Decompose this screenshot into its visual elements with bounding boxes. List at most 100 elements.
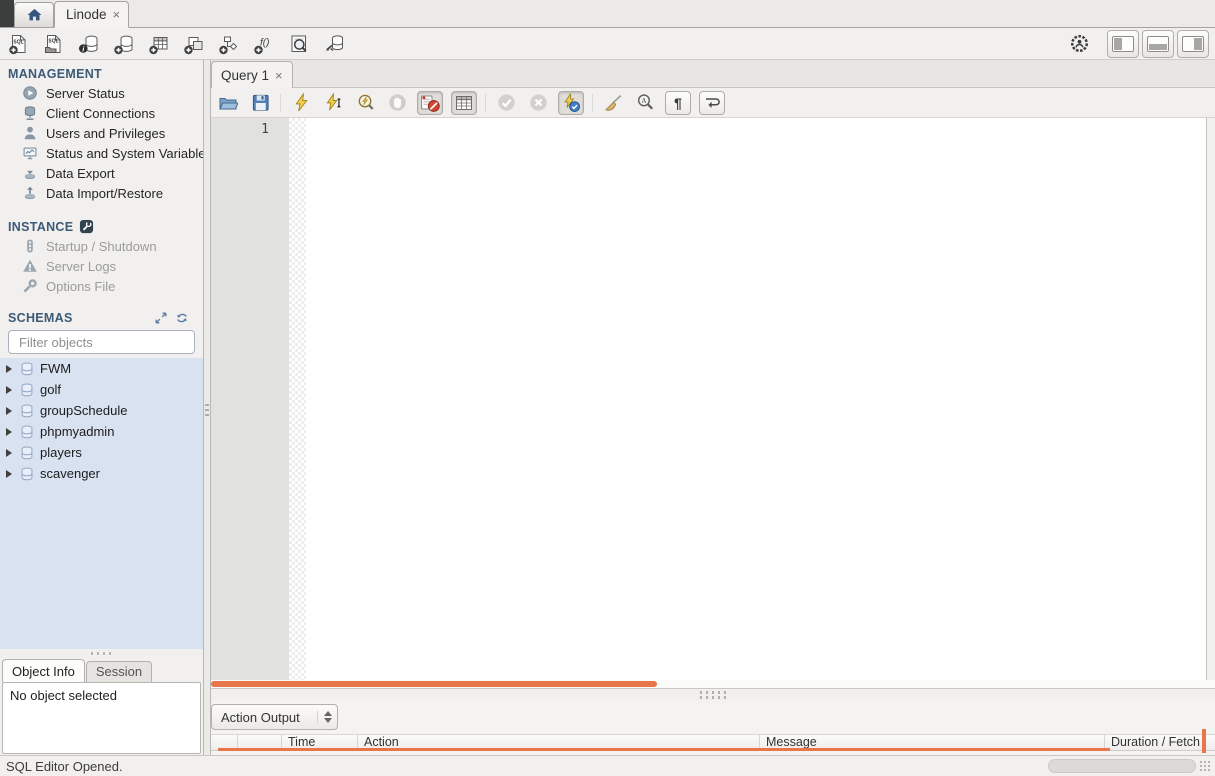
status-scrollbar-thumb[interactable] <box>1048 759 1196 773</box>
commit-check-icon <box>497 94 515 111</box>
output-vertical-scrollbar[interactable] <box>1202 729 1206 753</box>
database-info-button[interactable]: i <box>76 31 102 57</box>
commit-button[interactable] <box>494 92 518 114</box>
schemas-title-label: SCHEMAS <box>8 310 73 325</box>
editor-right-margin <box>1206 118 1215 680</box>
output-view-label: Action Output <box>221 709 300 725</box>
panel-toggle-group <box>1107 29 1209 58</box>
expander-icon[interactable] <box>6 364 12 373</box>
sidebar-item-label: Client Connections <box>46 105 156 121</box>
tab-object-info[interactable]: Object Info <box>2 659 85 682</box>
sidebar-item-options-file[interactable]: Options File <box>0 276 203 296</box>
search-table-data-button[interactable] <box>286 31 312 57</box>
reconnect-dbms-icon <box>325 34 343 51</box>
data-import-icon <box>24 186 36 200</box>
schema-item-phpmyadmin[interactable]: phpmyadmin <box>0 421 203 442</box>
editor-output-splitter[interactable] <box>211 688 1215 700</box>
sidebar-item-server-logs[interactable]: Server Logs <box>0 256 203 276</box>
create-table-icon <box>149 36 168 54</box>
rollback-button[interactable] <box>526 92 550 114</box>
sidebar-main-splitter[interactable] <box>203 60 211 755</box>
stop-execution-button[interactable] <box>385 92 409 114</box>
schema-item-players[interactable]: players <box>0 442 203 463</box>
sidebar-item-label: Status and System Variables <box>46 145 203 161</box>
expander-icon[interactable] <box>6 469 12 478</box>
toggle-right-panel-button[interactable] <box>1177 29 1209 58</box>
toggle-stop-on-error-button[interactable] <box>417 90 443 115</box>
rollback-cross-icon <box>529 94 547 111</box>
output-view-selector[interactable]: Action Output <box>211 704 338 730</box>
toggle-left-panel-button[interactable] <box>1107 29 1139 58</box>
expander-icon[interactable] <box>6 406 12 415</box>
database-info-icon: i <box>79 35 98 53</box>
window-corner <box>0 0 14 27</box>
info-panel-tabs: Object Info Session <box>0 658 203 682</box>
execute-all-button[interactable] <box>289 92 313 114</box>
explain-plan-button[interactable] <box>353 92 377 114</box>
sidebar-item-label: Server Logs <box>46 258 117 274</box>
sidebar-item-status-system-variables[interactable]: Status and System Variables <box>0 143 203 163</box>
schema-item-scavenger[interactable]: scavenger <box>0 463 203 484</box>
schema-item-groupschedule[interactable]: groupSchedule <box>0 400 203 421</box>
sidebar-item-data-export[interactable]: Data Export <box>0 163 203 183</box>
expander-icon[interactable] <box>6 385 12 394</box>
tab-session[interactable]: Session <box>85 661 153 682</box>
home-tab[interactable] <box>14 2 54 27</box>
toggle-invisible-characters-button[interactable]: ¶ <box>665 90 691 115</box>
reconnect-dbms-button[interactable] <box>321 31 347 57</box>
refresh-schemas-icon[interactable] <box>175 311 189 325</box>
create-function-button[interactable]: f() <box>251 31 277 57</box>
sql-code-editor[interactable]: 1 <box>211 118 1215 680</box>
sidebar-item-client-connections[interactable]: Client Connections <box>0 103 203 123</box>
expander-icon[interactable] <box>6 427 12 436</box>
toggle-bottom-panel-button[interactable] <box>1142 29 1174 58</box>
sidebar-item-users-and-privileges[interactable]: Users and Privileges <box>0 123 203 143</box>
execute-current-statement-button[interactable] <box>321 92 345 114</box>
sidebar-splitter-handle[interactable] <box>0 649 203 658</box>
toggle-autocommit-button[interactable] <box>558 90 584 115</box>
schema-filter <box>8 330 197 354</box>
create-schema-button[interactable] <box>111 31 137 57</box>
preferences-button[interactable] <box>1066 31 1092 57</box>
create-view-button[interactable] <box>181 31 207 57</box>
execute-lightning-icon <box>294 93 308 112</box>
beautify-script-button[interactable] <box>601 92 625 114</box>
open-file-button[interactable] <box>216 92 240 114</box>
sidebar-item-server-status[interactable]: Server Status <box>0 83 203 103</box>
output-horizontal-scrollbar[interactable] <box>218 748 1110 751</box>
expand-panel-icon[interactable] <box>154 311 168 325</box>
filter-objects-input[interactable] <box>17 333 197 351</box>
schema-icon <box>21 446 33 459</box>
create-stored-procedure-button[interactable] <box>216 31 242 57</box>
expander-icon[interactable] <box>6 448 12 457</box>
toggle-grid-output-button[interactable] <box>451 90 477 115</box>
save-script-button[interactable] <box>248 92 272 114</box>
open-sql-script-button[interactable]: SQL <box>41 31 67 57</box>
schema-list: FWM golf groupSchedule phpmyadmin player… <box>0 358 203 649</box>
connection-tab[interactable]: Linode × <box>54 1 130 28</box>
editor-text-area[interactable] <box>306 118 1206 680</box>
schema-icon <box>21 467 33 480</box>
stop-on-error-icon <box>421 95 440 112</box>
new-query-tab-icon: SQL <box>9 34 26 54</box>
query-tab[interactable]: Query 1 × <box>211 61 293 88</box>
horizontal-scrollbar[interactable] <box>211 681 657 687</box>
column-header-duration[interactable]: Duration / Fetch <box>1105 735 1205 750</box>
status-message: SQL Editor Opened. <box>6 758 123 774</box>
find-and-replace-button[interactable]: A <box>633 92 657 114</box>
schema-item-fwm[interactable]: FWM <box>0 358 203 379</box>
toggle-word-wrap-button[interactable] <box>699 90 725 115</box>
status-bar: SQL Editor Opened. <box>0 755 1215 776</box>
new-query-tab-button[interactable]: SQL <box>6 31 32 57</box>
query-tab-close-icon[interactable]: × <box>275 69 283 82</box>
schema-item-golf[interactable]: golf <box>0 379 203 400</box>
query-tabbar: Query 1 × <box>211 60 1215 88</box>
editor-scroll-zone <box>211 680 1215 688</box>
create-table-button[interactable] <box>146 31 172 57</box>
svg-text:A: A <box>641 97 647 105</box>
sidebar-item-startup-shutdown[interactable]: Startup / Shutdown <box>0 236 203 256</box>
window-resize-grip-icon[interactable] <box>1199 760 1212 773</box>
sidebar-item-data-import[interactable]: Data Import/Restore <box>0 183 203 203</box>
connection-tab-close-icon[interactable]: × <box>113 8 121 21</box>
